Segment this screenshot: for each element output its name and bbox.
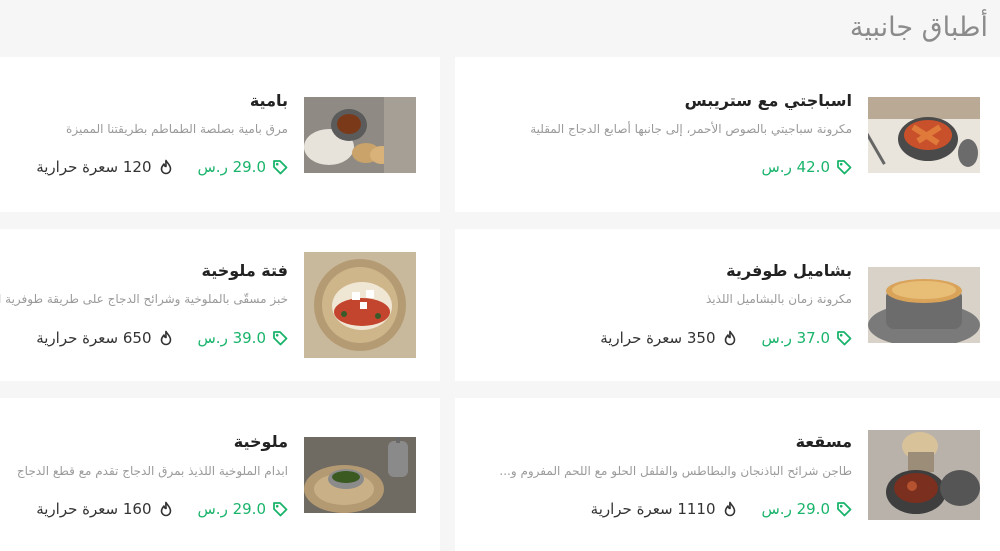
dish-name: مسقعة — [795, 432, 852, 451]
tag-icon — [836, 501, 852, 517]
dish-image — [304, 96, 416, 173]
dish-image — [304, 252, 416, 358]
section-title: أطباق جانبية — [849, 12, 988, 43]
calories: 1110 سعرة حرارية — [591, 500, 738, 518]
calories-value: 160 سعرة حرارية — [36, 500, 152, 518]
tag-icon — [272, 330, 288, 346]
menu-item-card[interactable]: بامية مرق بامية بصلصة الطماطم بطريقتنا ا… — [0, 57, 440, 212]
dish-meta: 29.0 ر.س 120 سعرة حرارية — [36, 158, 288, 176]
menu-item-card[interactable]: ملوخية ابدام الملوخية اللذيذ بمرق الدجاج… — [0, 398, 440, 551]
calories: 160 سعرة حرارية — [36, 500, 173, 518]
calories-value: 650 سعرة حرارية — [36, 329, 152, 347]
dish-image — [868, 96, 980, 173]
dish-description: خبز مسقّى بالملوخية وشرائح الدجاج على طر… — [0, 292, 288, 306]
tag-icon — [836, 159, 852, 175]
price: 29.0 ر.س — [198, 158, 289, 176]
dish-image — [868, 429, 980, 520]
price-value: 37.0 ر.س — [761, 329, 831, 347]
dish-name: اسباجتي مع ستريبس — [684, 91, 852, 110]
tag-icon — [272, 159, 288, 175]
flame-icon — [158, 159, 174, 175]
price-value: 29.0 ر.س — [761, 500, 831, 518]
dish-description: مكرونة سباجيتي بالصوص الأحمر، إلى جانبها… — [530, 122, 852, 136]
calories: 350 سعرة حرارية — [600, 329, 737, 347]
dish-name: بشاميل طوفرية — [726, 261, 852, 280]
dish-meta: 39.0 ر.س 650 سعرة حرارية — [36, 329, 288, 347]
menu-item-card[interactable]: اسباجتي مع ستريبس مكرونة سباجيتي بالصوص … — [455, 57, 1000, 212]
dish-meta: 29.0 ر.س 1110 سعرة حرارية — [591, 500, 852, 518]
price-value: 39.0 ر.س — [197, 329, 267, 347]
dish-description: طاجن شرائح الباذنجان والبطاطس والفلفل ال… — [499, 464, 852, 478]
dish-name: بامية — [249, 91, 288, 110]
price: 29.0 ر.س — [198, 500, 289, 518]
menu-item-card[interactable]: فتة ملوخية خبز مسقّى بالملوخية وشرائح ال… — [0, 229, 440, 381]
dish-description: مكرونة زمان بالبشاميل اللذيذ — [705, 292, 852, 306]
flame-icon — [158, 501, 174, 517]
menu-item-card[interactable]: مسقعة طاجن شرائح الباذنجان والبطاطس والف… — [455, 398, 1000, 551]
flame-icon — [722, 330, 738, 346]
menu-item-card[interactable]: بشاميل طوفرية مكرونة زمان بالبشاميل اللذ… — [455, 229, 1000, 381]
dish-description: ابدام الملوخية اللذيذ بمرق الدجاج تقدم م… — [16, 464, 288, 478]
price: 42.0 ر.س — [762, 158, 853, 176]
tag-icon — [836, 330, 852, 346]
calories: 120 سعرة حرارية — [36, 158, 173, 176]
dish-description: مرق بامية بصلصة الطماطم بطريقتنا المميزة — [66, 122, 288, 136]
flame-icon — [158, 330, 174, 346]
calories: 650 سعرة حرارية — [36, 329, 173, 347]
dish-name: فتة ملوخية — [201, 261, 288, 280]
dish-meta: 42.0 ر.س — [762, 158, 853, 176]
dish-image — [868, 267, 980, 343]
price: 29.0 ر.س — [762, 500, 853, 518]
tag-icon — [272, 501, 288, 517]
dish-image — [304, 436, 416, 513]
dish-name: ملوخية — [233, 432, 288, 451]
calories-value: 1110 سعرة حرارية — [590, 500, 716, 518]
price-value: 29.0 ر.س — [197, 158, 267, 176]
price: 37.0 ر.س — [762, 329, 853, 347]
calories-value: 120 سعرة حرارية — [36, 158, 152, 176]
price-value: 42.0 ر.س — [761, 158, 831, 176]
dish-meta: 37.0 ر.س 350 سعرة حرارية — [600, 329, 852, 347]
flame-icon — [722, 501, 738, 517]
price: 39.0 ر.س — [198, 329, 289, 347]
price-value: 29.0 ر.س — [197, 500, 267, 518]
calories-value: 350 سعرة حرارية — [600, 329, 716, 347]
dish-meta: 29.0 ر.س 160 سعرة حرارية — [36, 500, 288, 518]
